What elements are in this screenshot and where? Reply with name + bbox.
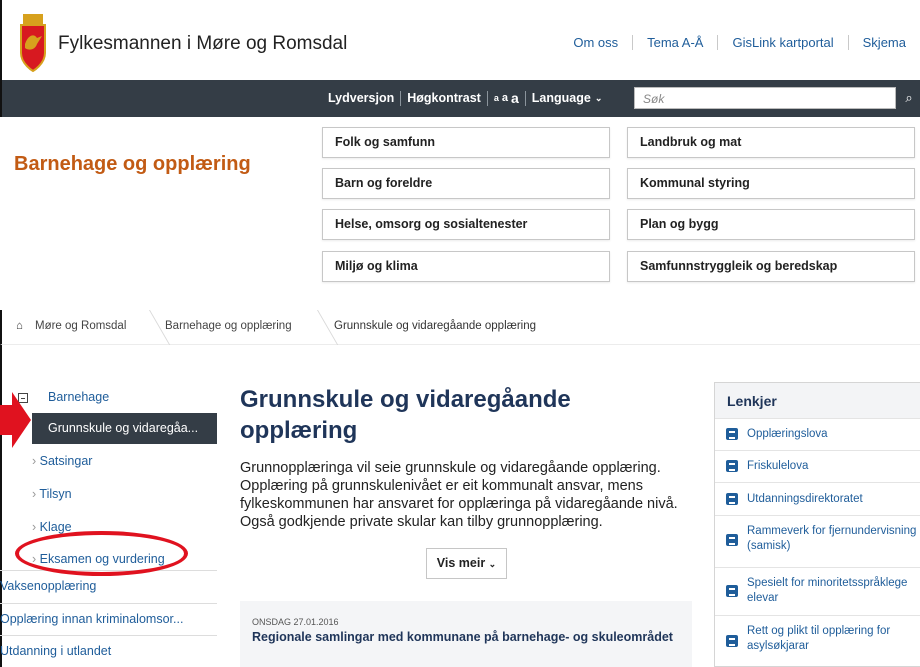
link-item-minoritetssprak[interactable]: Spesielt for minoritetsspråklege elevar xyxy=(715,567,920,615)
document-link-icon xyxy=(726,428,738,440)
chevron-down-icon: ⌄ xyxy=(488,559,497,569)
audio-version-link[interactable]: Lydversjon xyxy=(328,91,394,105)
document-link-icon xyxy=(726,585,738,597)
topic-button-plan-og-bygg[interactable]: Plan og bygg xyxy=(627,209,915,240)
document-link-icon xyxy=(726,635,738,647)
search-input[interactable]: Søk xyxy=(634,87,896,109)
search-button[interactable]: ⌕ xyxy=(896,87,920,109)
link-item-rammeverk[interactable]: Rammeverk for fjernundervisning (samisk) xyxy=(715,515,920,567)
separator xyxy=(400,90,402,106)
sidebar-item-satsingar[interactable]: › Satsingar xyxy=(32,446,217,477)
show-more-button[interactable]: Vis meir ⌄ xyxy=(426,548,507,579)
topic-button-miljo[interactable]: Miljø og klima xyxy=(322,251,610,282)
topic-button-samfunnstryggleik[interactable]: Samfunnstryggleik og beredskap xyxy=(627,251,915,282)
separator xyxy=(486,90,488,106)
intro-text: Grunnopplæringa vil seie grunnskule og v… xyxy=(240,460,678,530)
link-item-utdanningsdirektoratet[interactable]: Utdanningsdirektoratet xyxy=(715,482,920,515)
county-coat-of-arms-icon[interactable] xyxy=(16,14,50,76)
search-icon: ⌕ xyxy=(905,90,913,105)
font-size-medium-button[interactable]: a xyxy=(502,92,508,104)
top-navigation: Om oss Tema A-Å GisLink kartportal Skjem… xyxy=(559,35,920,50)
font-size-large-button[interactable]: a xyxy=(511,90,519,106)
breadcrumb: ⌂ Møre og Romsdal Barnehage og opplæring… xyxy=(0,310,920,345)
site-header: Fylkesmannen i Møre og Romsdal Om oss Te… xyxy=(0,0,920,80)
topic-button-kommunal-styring[interactable]: Kommunal styring xyxy=(627,168,915,199)
about-link[interactable]: Om oss xyxy=(559,35,632,50)
link-item-asylsokjarar[interactable]: Rett og plikt til opplæring for asylsøkj… xyxy=(715,615,920,667)
section-title: Barnehage og opplæring xyxy=(14,153,251,175)
document-link-icon xyxy=(726,460,738,472)
news-date: ONSDAG 27.01.2016 xyxy=(252,617,339,627)
breadcrumb-section[interactable]: Barnehage og opplæring xyxy=(165,320,292,332)
links-panel-title: Lenkjer xyxy=(715,383,920,418)
chevron-right-icon: › xyxy=(32,454,40,468)
sidebar-navigation: Barnehage Grunnskule og vidaregåa... › S… xyxy=(0,382,217,667)
accessibility-tools: Lydversjon Høgkontrast a a a Language ⌄ xyxy=(328,90,602,106)
site-name[interactable]: Fylkesmannen i Møre og Romsdal xyxy=(58,33,347,55)
sidebar-item-kriminalomsorg[interactable]: Opplæring innan kriminalomsor... xyxy=(0,603,217,634)
red-ellipse-annotation xyxy=(15,531,188,576)
utility-bar: Lydversjon Høgkontrast a a a Language ⌄ … xyxy=(0,80,920,117)
links-panel: Lenkjer Opplæringslova Friskulelova Utda… xyxy=(714,382,920,667)
sidebar-item-tilsyn[interactable]: › Tilsyn xyxy=(32,479,217,510)
page-title: Grunnskule og vidaregåande opplæring xyxy=(240,386,571,444)
home-icon: ⌂ xyxy=(16,320,23,332)
red-arrow-annotation-icon xyxy=(0,392,31,448)
sidebar-item-active[interactable]: Grunnskule og vidaregåa... xyxy=(32,413,217,444)
link-item-opplaeringslova[interactable]: Opplæringslova xyxy=(715,418,920,450)
breadcrumb-home[interactable]: Møre og Romsdal xyxy=(35,320,126,332)
high-contrast-link[interactable]: Høgkontrast xyxy=(407,91,481,105)
chevron-right-icon: › xyxy=(32,520,40,534)
topics-link[interactable]: Tema A-Å xyxy=(632,35,717,50)
chevron-down-icon: ⌄ xyxy=(594,92,603,103)
language-menu[interactable]: Language xyxy=(532,91,591,105)
separator xyxy=(524,90,526,106)
news-item[interactable]: ONSDAG 27.01.2016 Regionale samlingar me… xyxy=(240,601,692,667)
topic-button-folk-og-samfunn[interactable]: Folk og samfunn xyxy=(322,127,610,158)
news-title[interactable]: Regionale samlingar med kommunane på bar… xyxy=(252,630,680,645)
document-link-icon xyxy=(726,493,738,505)
link-item-friskulelova[interactable]: Friskulelova xyxy=(715,450,920,482)
document-link-icon xyxy=(726,534,738,546)
breadcrumb-current: Grunnskule og vidaregåande opplæring xyxy=(334,320,537,332)
gislink-link[interactable]: GisLink kartportal xyxy=(717,35,847,50)
forms-link[interactable]: Skjema xyxy=(847,35,920,50)
topic-button-helse[interactable]: Helse, omsorg og sosialtenester xyxy=(322,209,610,240)
sidebar-item-barnehage[interactable]: Barnehage xyxy=(48,382,217,413)
topic-button-landbruk-og-mat[interactable]: Landbruk og mat xyxy=(627,127,915,158)
font-size-small-button[interactable]: a xyxy=(494,93,499,103)
topic-button-barn-og-foreldre[interactable]: Barn og foreldre xyxy=(322,168,610,199)
sidebar-item-utlandet[interactable]: Utdanning i utlandet xyxy=(0,635,217,666)
